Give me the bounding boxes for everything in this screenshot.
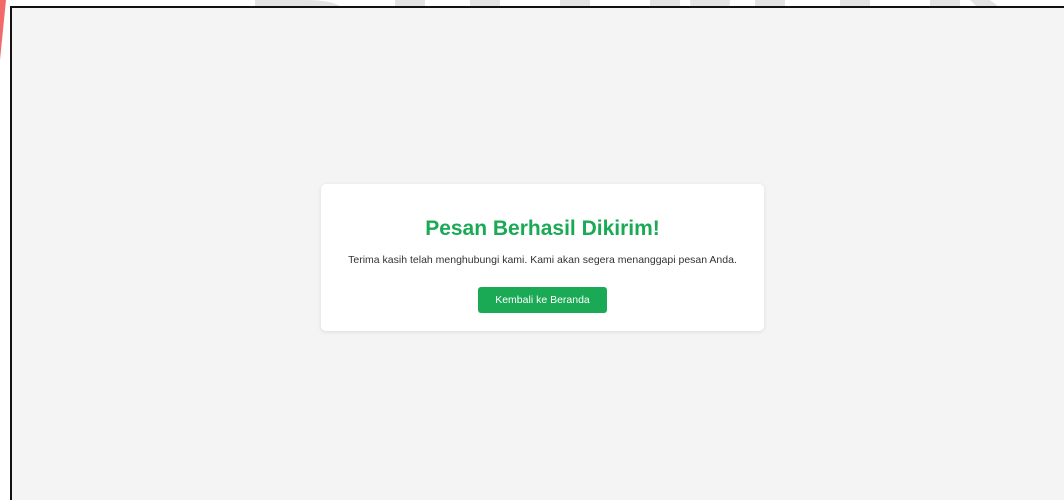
success-title: Pesan Berhasil Dikirim!	[425, 217, 660, 240]
screen: Pesan Berhasil Dikirim! Terima kasih tel…	[0, 0, 1064, 500]
back-to-home-button[interactable]: Kembali ke Beranda	[478, 287, 607, 313]
accent-stripe	[0, 0, 8, 500]
success-message: Terima kasih telah menghubungi kami. Kam…	[348, 254, 737, 266]
page-frame: Pesan Berhasil Dikirim! Terima kasih tel…	[10, 6, 1064, 500]
success-card: Pesan Berhasil Dikirim! Terima kasih tel…	[321, 184, 764, 331]
